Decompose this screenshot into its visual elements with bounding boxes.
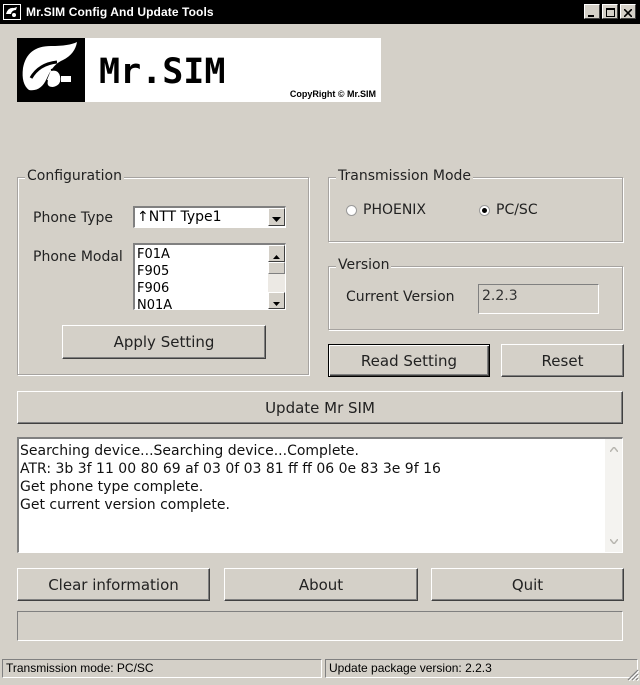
list-item[interactable]: F01A <box>137 246 172 263</box>
reset-button[interactable]: Reset <box>501 344 624 377</box>
apply-setting-button[interactable]: Apply Setting <box>62 325 266 359</box>
status-bar: Transmission mode: PC/SC Update package … <box>0 657 640 682</box>
mr-sim-logo-icon <box>17 38 85 102</box>
title-buttons <box>584 4 636 19</box>
title-bar[interactable]: Mr.SIM Config And Update Tools <box>0 0 640 24</box>
chevron-up-icon[interactable] <box>609 445 618 454</box>
list-item[interactable]: F906 <box>137 280 172 297</box>
copyright-label: CopyRight © Mr.SIM <box>289 89 376 99</box>
update-mr-sim-button[interactable]: Update Mr SIM <box>17 391 623 424</box>
resize-grip-icon[interactable] <box>627 666 640 682</box>
minimize-icon <box>588 2 596 21</box>
chevron-down-icon[interactable] <box>609 537 618 546</box>
status-transmission: Transmission mode: PC/SC <box>2 659 322 678</box>
minimize-button[interactable] <box>584 4 600 19</box>
scroll-up-button[interactable] <box>268 245 285 262</box>
log-textarea[interactable]: Searching device...Searching device...Co… <box>17 437 623 553</box>
phone-type-select[interactable]: ↑NTT Type1 <box>133 206 286 228</box>
log-line: Get current version complete. <box>20 497 230 513</box>
radio-selected-icon <box>479 204 490 216</box>
chevron-down-icon <box>272 208 281 227</box>
version-legend: Version <box>336 257 392 273</box>
list-item[interactable]: F905 <box>137 263 172 280</box>
configuration-legend: Configuration <box>25 168 124 184</box>
log-line: ATR: 3b 3f 11 00 80 69 af 03 0f 03 81 ff… <box>20 461 441 477</box>
maximize-button[interactable] <box>602 4 618 19</box>
log-scrollbar[interactable] <box>605 439 622 552</box>
phone-modal-label: Phone Modal <box>33 249 123 265</box>
window-title: Mr.SIM Config And Update Tools <box>26 5 214 19</box>
chevron-down-icon <box>273 291 280 309</box>
pcsc-label: PC/SC <box>496 202 538 218</box>
pcsc-radio[interactable]: PC/SC <box>479 202 538 218</box>
main-window: Mr.SIM Config And Update Tools Mr.SIM Co… <box>0 0 640 682</box>
current-version-label: Current Version <box>346 289 455 305</box>
scroll-down-button[interactable] <box>268 292 285 309</box>
close-icon <box>623 2 633 21</box>
logo-banner: Mr.SIM CopyRight © Mr.SIM <box>17 38 381 102</box>
list-item[interactable]: N01A <box>137 297 172 309</box>
status-update-package: Update package version: 2.2.3 <box>325 659 638 678</box>
log-line: Searching device...Searching device...Co… <box>20 443 359 459</box>
phone-type-label: Phone Type <box>33 210 113 226</box>
log-line: Get phone type complete. <box>20 479 204 495</box>
phone-modal-list[interactable]: F01A F905 F906 N01A <box>133 243 286 310</box>
transmission-mode-legend: Transmission Mode <box>336 168 474 184</box>
maximize-icon <box>605 2 615 21</box>
radio-unselected-icon <box>346 204 357 216</box>
read-setting-button[interactable]: Read Setting <box>328 344 490 377</box>
current-version-field: 2.2.3 <box>478 284 599 314</box>
close-button[interactable] <box>620 4 636 19</box>
phoenix-label: PHOENIX <box>363 202 427 218</box>
phone-type-value: ↑NTT Type1 <box>137 209 222 225</box>
quit-button[interactable]: Quit <box>431 568 624 601</box>
log-lines: Searching device...Searching device...Co… <box>20 442 441 514</box>
phone-modal-items: F01A F905 F906 N01A <box>137 246 172 309</box>
dropdown-button[interactable] <box>268 208 285 226</box>
app-logo-icon[interactable] <box>3 3 21 21</box>
logo-title: Mr.SIM <box>99 52 226 92</box>
scroll-thumb[interactable] <box>268 262 285 274</box>
clear-information-button[interactable]: Clear information <box>17 568 210 601</box>
chevron-up-icon <box>273 245 280 263</box>
phoenix-radio[interactable]: PHOENIX <box>346 202 426 218</box>
list-scrollbar[interactable] <box>268 245 285 309</box>
progress-bar <box>17 611 623 641</box>
about-button[interactable]: About <box>224 568 418 601</box>
